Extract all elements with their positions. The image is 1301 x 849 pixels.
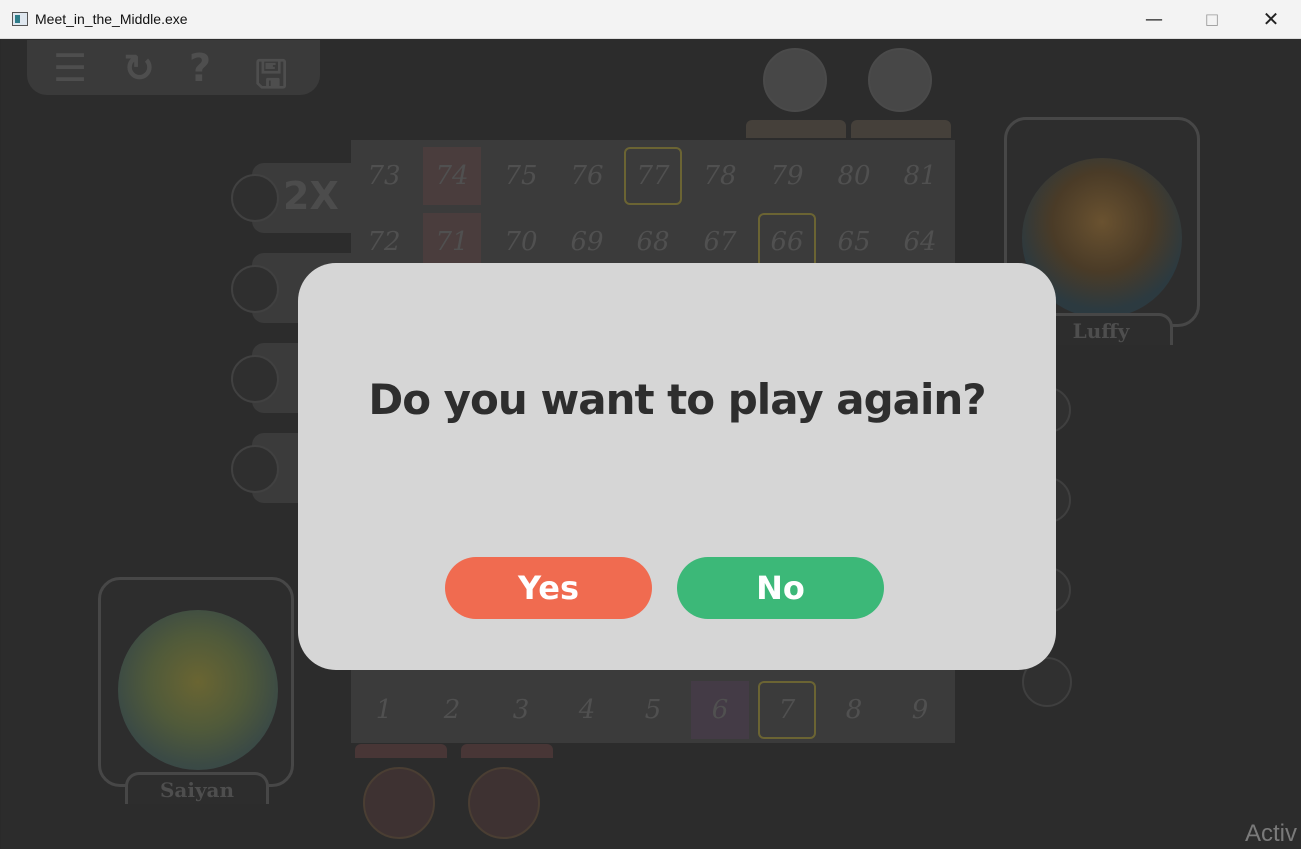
board-cell: 4	[578, 695, 596, 725]
board-cell: 73	[367, 161, 401, 191]
side-tab-button[interactable]	[231, 355, 279, 403]
board-cell: 1	[375, 695, 393, 725]
player-card-saiyan	[98, 577, 294, 787]
board-cell: 76	[570, 161, 604, 191]
board-cell: 5	[644, 695, 662, 725]
board-cell: 8	[845, 695, 863, 725]
board-cell: 77	[624, 147, 682, 205]
multiplier-label: 2X	[283, 174, 339, 218]
minimize-button[interactable]: —	[1125, 0, 1183, 39]
close-button[interactable]: ✕	[1242, 0, 1300, 39]
board-cell: 78	[703, 161, 737, 191]
coin-stack	[355, 744, 447, 758]
game-toolbar: ☰ ↻ ? 🖫	[27, 40, 320, 96]
board-cell: 81	[903, 161, 937, 191]
coin-stack	[746, 120, 846, 138]
play-again-dialog: Do you want to play again? Yes No	[298, 263, 1056, 670]
activation-watermark: Activ	[1245, 820, 1298, 847]
player-name: Saiyan	[125, 772, 269, 804]
menu-icon[interactable]: ☰	[53, 46, 87, 90]
avatar	[118, 610, 278, 770]
board-cell: 3	[512, 695, 530, 725]
restart-icon[interactable]: ↻	[123, 46, 155, 90]
window-title: Meet_in_the_Middle.exe	[35, 11, 188, 27]
board-cell: 74	[423, 147, 481, 205]
window-titlebar: Meet_in_the_Middle.exe — □ ✕	[0, 0, 1301, 39]
side-tab-button[interactable]	[231, 265, 279, 313]
save-icon[interactable]: 🖫	[255, 46, 287, 111]
no-button[interactable]: No	[677, 557, 884, 619]
maximize-button[interactable]: □	[1183, 0, 1241, 39]
board-cell: 80	[837, 161, 871, 191]
board-cell: 6	[691, 681, 749, 739]
dialog-question: Do you want to play again?	[368, 375, 986, 424]
board-cell: 2	[443, 695, 461, 725]
coin-icon	[868, 48, 932, 112]
yes-button[interactable]: Yes	[445, 557, 652, 619]
board-cell: 9	[911, 695, 929, 725]
board-cell: 75	[504, 161, 538, 191]
coin-icon	[468, 767, 540, 839]
board-cell: 79	[770, 161, 804, 191]
coin-icon	[363, 767, 435, 839]
coin-stack	[851, 120, 951, 138]
coin-stack	[461, 744, 553, 758]
app-icon	[12, 12, 28, 26]
side-tab-button[interactable]	[231, 174, 279, 222]
help-icon[interactable]: ?	[189, 46, 211, 90]
board-cell: 7	[758, 681, 816, 739]
coin-icon	[763, 48, 827, 112]
side-tab-button[interactable]	[231, 445, 279, 493]
